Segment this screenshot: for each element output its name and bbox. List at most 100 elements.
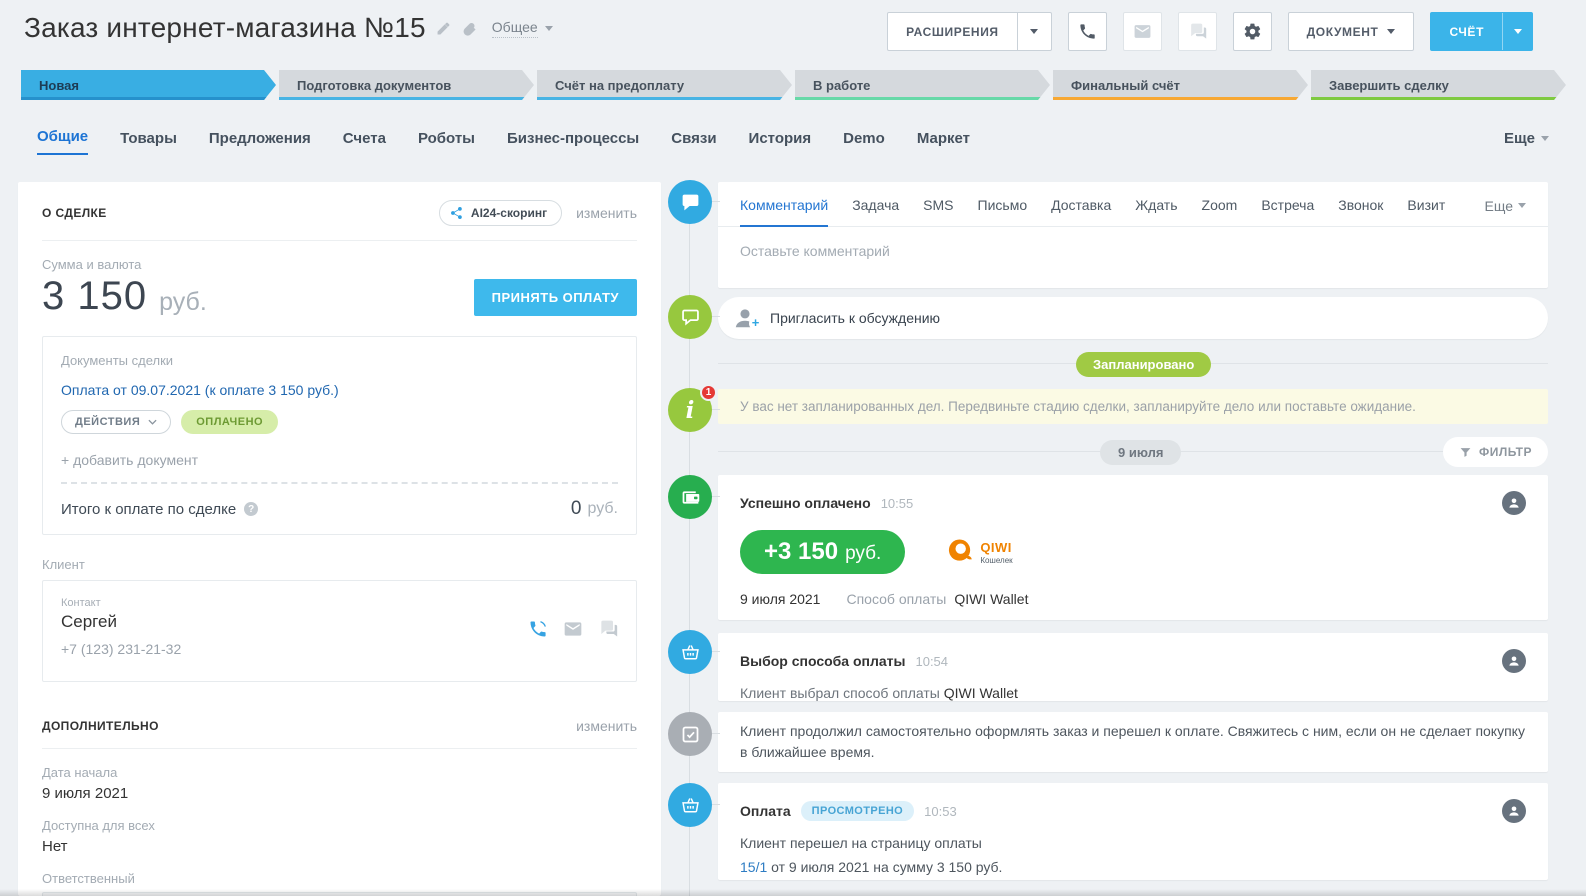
event-auto-note: Клиент продолжил самостоятельно оформлят… [718, 712, 1548, 772]
responsible-field[interactable] [42, 892, 637, 896]
edit-deal-link[interactable]: изменить [576, 205, 637, 221]
tab-demo[interactable]: Demo [843, 130, 885, 155]
comment-input[interactable]: Оставьте комментарий [718, 227, 1548, 275]
avatar[interactable] [1502, 799, 1526, 823]
avatar[interactable] [1502, 491, 1526, 515]
tl-tab-wait[interactable]: Ждать [1135, 197, 1177, 226]
deal-currency: руб. [159, 289, 207, 317]
attachment-icon[interactable] [462, 20, 478, 36]
call-button[interactable] [1068, 12, 1107, 51]
payment-amount-badge: +3 150 руб. [740, 530, 905, 574]
event-payment-page: Оплата ПРОСМОТРЕНО 10:53 Клиент перешел … [718, 783, 1548, 880]
client-label: Клиент [42, 557, 637, 572]
call-contact-icon[interactable] [528, 619, 548, 639]
tl-tab-meeting[interactable]: Встреча [1261, 197, 1314, 226]
stage-pipeline: Новая Подготовка документов Счёт на пред… [21, 70, 1566, 100]
stage-close-deal[interactable]: Завершить сделку [1311, 70, 1566, 100]
invoice-dropdown-arrow[interactable] [1502, 13, 1532, 50]
contact-phone[interactable]: +7 (123) 231-21-32 [61, 641, 618, 657]
stage-color-strip [1053, 97, 1308, 100]
edit-title-icon[interactable] [436, 20, 452, 36]
event-date: 9 июля 2021 [740, 591, 820, 607]
accept-payment-button[interactable]: ПРИНЯТЬ ОПЛАТУ [474, 279, 637, 316]
tab-invoices[interactable]: Счета [343, 130, 386, 155]
extensions-dropdown-arrow[interactable] [1017, 13, 1051, 50]
event-time: 10:55 [881, 496, 914, 511]
stage-label: Завершить сделку [1329, 78, 1449, 93]
tl-tab-zoom[interactable]: Zoom [1202, 197, 1238, 226]
tab-quotes[interactable]: Предложения [209, 130, 311, 155]
available-for-all-value: Нет [42, 838, 637, 855]
event-text: Клиент выбрал способ оплаты [740, 685, 940, 701]
chat-icon [1188, 22, 1207, 41]
event-text-value: QIWI Wallet [944, 685, 1018, 701]
tl-more-label: Еще [1485, 198, 1514, 214]
date-separator-chip[interactable]: 9 июля [1100, 440, 1181, 465]
payment-method-label: Способ оплаты [846, 591, 946, 607]
edit-additional-link[interactable]: изменить [576, 718, 637, 734]
stage-final-invoice[interactable]: Финальный счёт [1053, 70, 1308, 100]
total-payable-value: 0 [571, 498, 582, 520]
wallet-icon [680, 487, 701, 508]
qiwi-name: QIWI [980, 540, 1012, 555]
tl-tab-sms[interactable]: SMS [923, 197, 953, 226]
document-label: ДОКУМЕНТ [1307, 25, 1379, 39]
settings-button[interactable] [1233, 12, 1272, 51]
tl-tab-task[interactable]: Задача [852, 197, 899, 226]
qiwi-sub: Кошелек [980, 556, 1012, 565]
basket-icon [680, 642, 701, 663]
tab-products[interactable]: Товары [120, 130, 177, 155]
add-document-link[interactable]: + добавить документ [61, 452, 618, 468]
tab-history[interactable]: История [749, 130, 812, 155]
invoice-label: СЧЁТ [1431, 13, 1502, 50]
page-header: Заказ интернет-магазина №15 Общее РАСШИР… [0, 0, 1586, 62]
no-tasks-notice: У вас нет запланированных дел. Передвинь… [718, 389, 1548, 424]
dashed-divider [61, 482, 618, 484]
stage-docs-preparation[interactable]: Подготовка документов [279, 70, 534, 100]
tl-tab-visit[interactable]: Визит [1407, 197, 1445, 226]
document-actions-button[interactable]: действия [61, 410, 171, 434]
stage-new[interactable]: Новая [21, 70, 276, 100]
stage-in-progress[interactable]: В работе [795, 70, 1050, 100]
filter-button[interactable]: ФИЛЬТР [1443, 437, 1548, 467]
category-dropdown[interactable]: Общее [492, 19, 553, 38]
help-icon[interactable]: ? [244, 502, 258, 516]
tl-tab-comment[interactable]: Комментарий [740, 197, 828, 227]
tl-tab-delivery[interactable]: Доставка [1051, 197, 1111, 226]
tl-tab-letter[interactable]: Письмо [978, 197, 1028, 226]
order-link[interactable]: 15/1 [740, 859, 767, 875]
extensions-button[interactable]: РАСШИРЕНИЯ [887, 12, 1052, 51]
amount-value: +3 150 [764, 530, 838, 574]
ai-scoring-button[interactable]: AI24-скоринг [439, 200, 562, 226]
chat-bubble-outline-icon [680, 307, 701, 328]
stage-label: Подготовка документов [297, 78, 451, 93]
stage-color-strip [537, 97, 792, 100]
invoice-button[interactable]: СЧЁТ [1430, 12, 1533, 51]
chat-button[interactable] [1178, 12, 1217, 51]
additional-section: ДОПОЛНИТЕЛЬНО изменить Дата начала 9 июл… [18, 700, 661, 896]
tab-business-processes[interactable]: Бизнес-процессы [507, 130, 639, 155]
event-title: Оплата [740, 803, 791, 819]
tabs-more-button[interactable]: Еще [1504, 130, 1549, 155]
chat-bubble-icon [680, 192, 701, 213]
tl-tab-call[interactable]: Звонок [1338, 197, 1383, 226]
email-contact-icon[interactable] [563, 619, 583, 639]
chat-contact-icon[interactable] [598, 619, 618, 639]
stage-prepayment-invoice[interactable]: Счёт на предоплату [537, 70, 792, 100]
tab-market[interactable]: Маркет [917, 130, 970, 155]
event-time: 10:54 [915, 654, 948, 669]
event-text-rest: от 9 июля 2021 на сумму 3 150 руб. [771, 859, 1002, 875]
email-button[interactable] [1123, 12, 1162, 51]
invite-to-discussion-button[interactable]: + Пригласить к обсуждению [718, 297, 1548, 339]
payment-method-value: QIWI Wallet [954, 591, 1028, 607]
deal-page: Заказ интернет-магазина №15 Общее РАСШИР… [0, 0, 1586, 896]
tab-general[interactable]: Общие [37, 128, 88, 155]
divider [718, 451, 1466, 452]
event-time: 10:53 [924, 804, 957, 819]
avatar[interactable] [1502, 649, 1526, 673]
tab-robots[interactable]: Роботы [418, 130, 475, 155]
tab-links[interactable]: Связи [671, 130, 716, 155]
document-button[interactable]: ДОКУМЕНТ [1288, 12, 1415, 51]
payment-document-link[interactable]: Оплата от 09.07.2021 (к оплате 3 150 руб… [61, 382, 339, 398]
tl-tabs-more-button[interactable]: Еще [1485, 197, 1527, 226]
